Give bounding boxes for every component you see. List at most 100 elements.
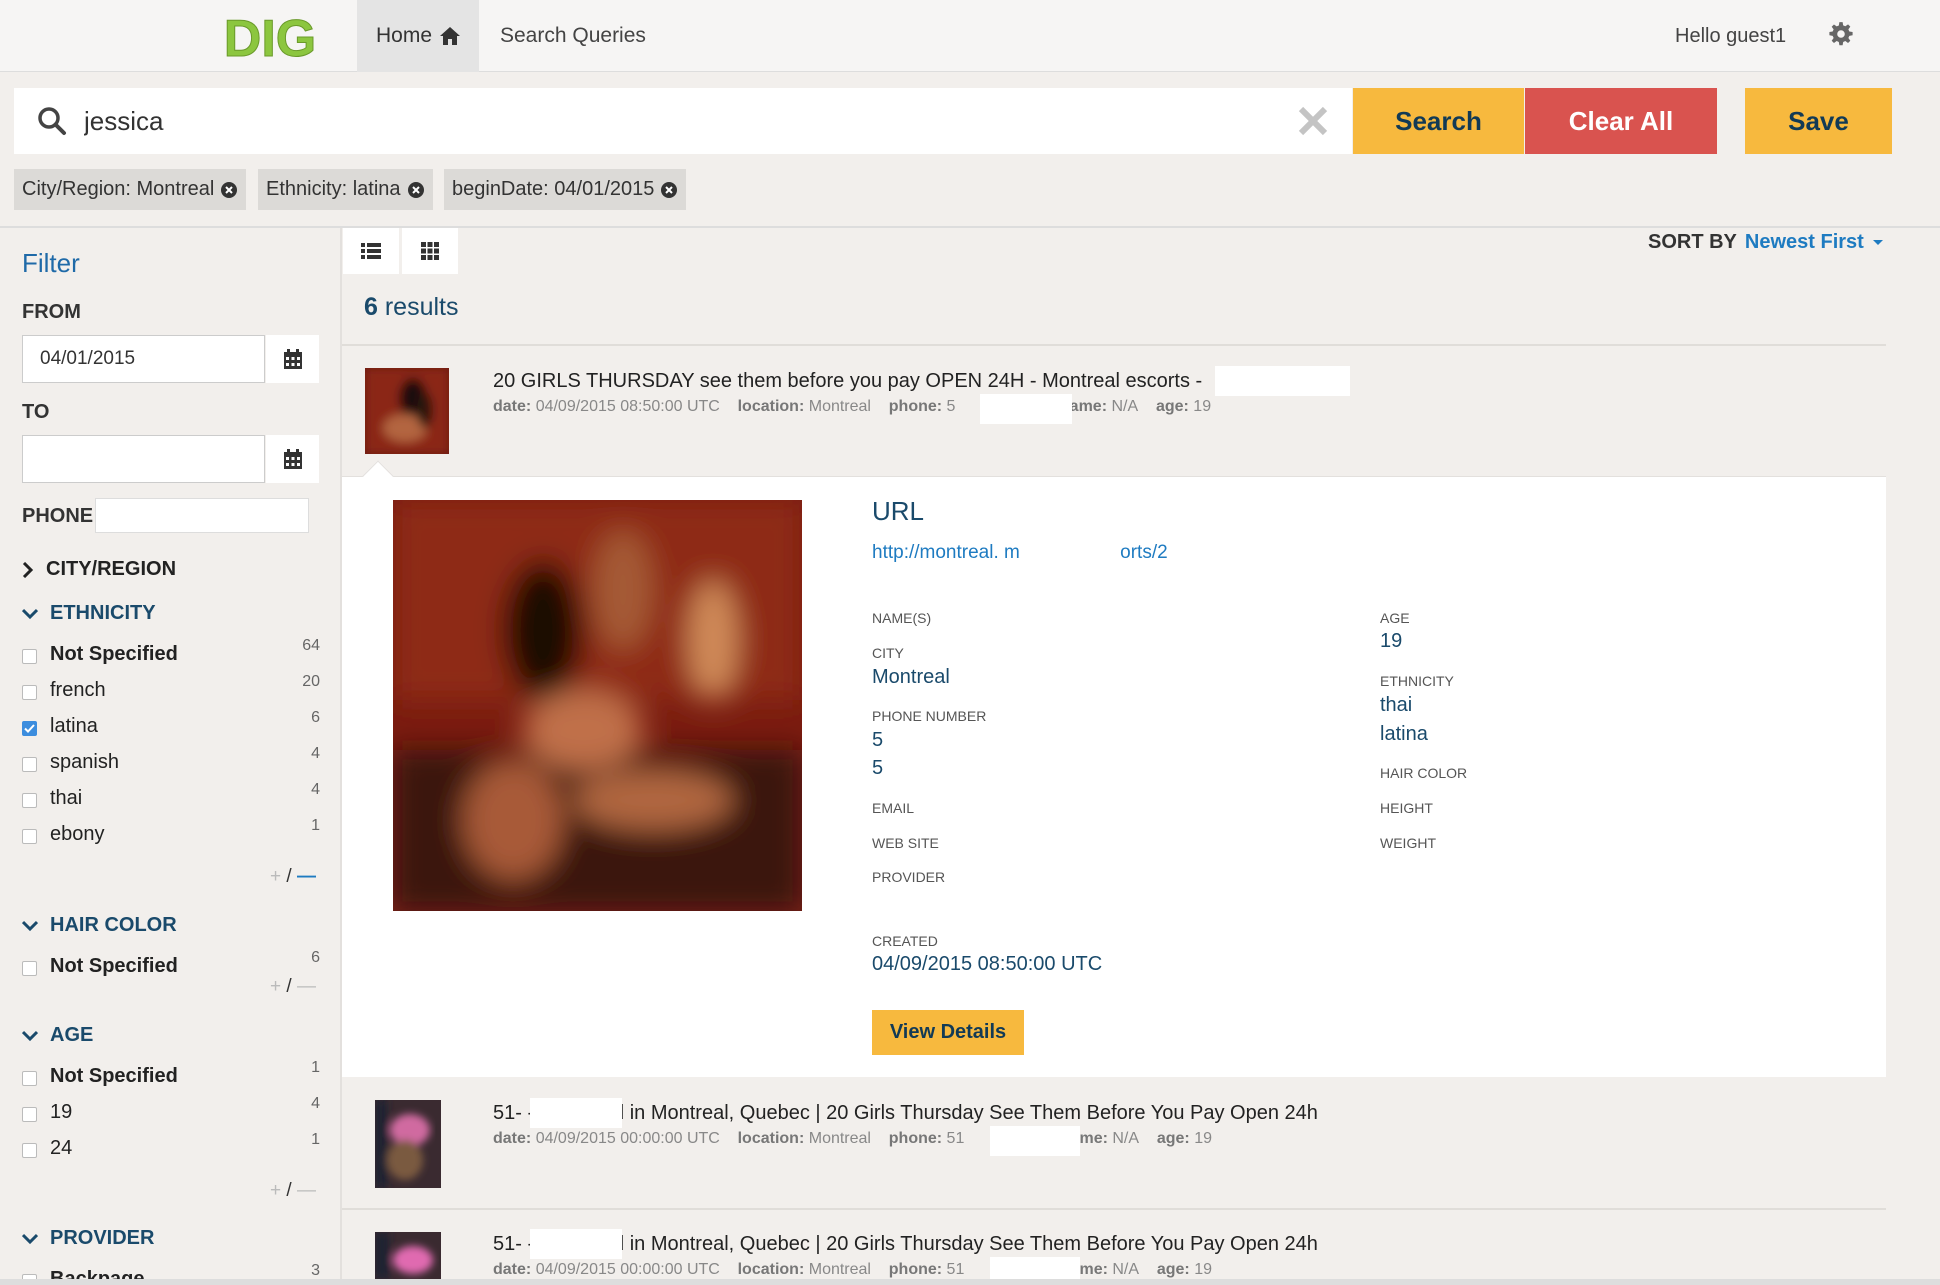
expand-collapse-toggle[interactable]: + / — xyxy=(270,866,316,888)
facet-item[interactable]: latina 6 xyxy=(22,709,322,743)
phone-number-1[interactable]: 5 xyxy=(872,729,883,752)
filter-chip-ethnicity[interactable]: Ethnicity: latina xyxy=(258,169,433,210)
age-value: 19 xyxy=(1380,630,1403,652)
facet-ethnicity-header[interactable]: ETHNICITY xyxy=(22,602,156,625)
checkbox[interactable] xyxy=(22,1071,37,1086)
facet-item-count: 20 xyxy=(302,673,320,690)
to-calendar-button[interactable] xyxy=(266,435,319,483)
checkbox[interactable] xyxy=(22,1107,37,1122)
chip-label: City/Region: Montreal xyxy=(22,178,215,200)
remove-chip-icon[interactable] xyxy=(407,181,425,199)
facet-item[interactable]: french 20 xyxy=(22,673,322,707)
phone-label: PHONE xyxy=(22,505,94,527)
filter-chip-begindate[interactable]: beginDate: 04/01/2015 xyxy=(444,169,687,210)
facet-item-label: french xyxy=(50,679,106,701)
filter-title: Filter xyxy=(22,248,80,278)
view-details-button[interactable]: View Details xyxy=(872,1010,1024,1055)
weight-label: WEIGHT xyxy=(1380,835,1436,851)
plus-icon[interactable]: + xyxy=(270,866,281,887)
results-count: 6 results xyxy=(364,293,459,322)
result-title[interactable]: 20 GIRLS THURSDAY see them before you pa… xyxy=(493,370,1202,393)
facet-age-header[interactable]: AGE xyxy=(22,1024,93,1047)
facet-item-label: 19 xyxy=(50,1101,73,1123)
facet-item[interactable]: 24 1 xyxy=(22,1131,322,1165)
dig-logo[interactable]: DIG xyxy=(205,10,335,64)
plus-icon[interactable]: + xyxy=(270,976,281,997)
redaction xyxy=(990,1257,1080,1279)
chevron-down-icon xyxy=(22,1030,38,1041)
checkbox[interactable] xyxy=(22,649,37,664)
facet-provider-header[interactable]: PROVIDER xyxy=(22,1227,154,1250)
top-nav: DIG Home Search Queries Hello guest1 xyxy=(0,0,1940,72)
facet-item-label: ebony xyxy=(50,823,105,845)
remove-chip-icon[interactable] xyxy=(220,181,238,199)
panel-pointer xyxy=(362,460,394,492)
result-thumbnail[interactable] xyxy=(375,1100,441,1188)
grid-view-button[interactable] xyxy=(402,228,458,274)
chevron-right-icon xyxy=(22,561,34,578)
facet-hair-label: HAIR COLOR xyxy=(50,914,177,936)
home-icon xyxy=(440,27,461,45)
facet-item-count: 6 xyxy=(311,949,320,966)
checkbox-checked[interactable] xyxy=(22,721,37,736)
redaction xyxy=(990,1126,1080,1156)
facet-hair-header[interactable]: HAIR COLOR xyxy=(22,914,177,937)
redaction xyxy=(530,1229,622,1259)
facet-item[interactable]: thai 4 xyxy=(22,781,322,815)
thumbnail-image xyxy=(375,1232,441,1279)
sort-value[interactable]: Newest First xyxy=(1745,231,1864,254)
city-label: CITY xyxy=(872,645,904,661)
facet-item[interactable]: spanish 4 xyxy=(22,745,322,779)
remove-chip-icon[interactable] xyxy=(660,181,678,199)
ethnicity-value-2: latina xyxy=(1380,723,1428,745)
search-button[interactable]: Search xyxy=(1353,88,1524,154)
redaction xyxy=(530,1098,622,1128)
phone-number-2[interactable]: 5 xyxy=(872,757,883,780)
to-date-input[interactable] xyxy=(22,435,265,483)
facet-item[interactable]: 19 4 xyxy=(22,1095,322,1129)
save-button[interactable]: Save xyxy=(1745,88,1892,154)
nav-home[interactable]: Home xyxy=(357,0,479,72)
filter-chip-city[interactable]: City/Region: Montreal xyxy=(14,169,247,210)
plus-icon[interactable]: + xyxy=(270,1180,281,1201)
gear-icon[interactable] xyxy=(1828,21,1854,47)
checkbox[interactable] xyxy=(22,757,37,772)
facet-item-count: 4 xyxy=(311,781,320,798)
list-view-button[interactable] xyxy=(343,228,399,274)
from-date-input[interactable]: 04/01/2015 xyxy=(22,335,265,383)
checkbox[interactable] xyxy=(22,685,37,700)
minus-icon[interactable]: — xyxy=(297,866,316,887)
svg-text:DIG: DIG xyxy=(224,10,316,64)
result-thumbnail[interactable] xyxy=(365,368,449,454)
checkbox[interactable] xyxy=(22,1143,37,1158)
checkbox[interactable] xyxy=(22,961,37,976)
search-input[interactable] xyxy=(84,100,1284,142)
checkbox[interactable] xyxy=(22,793,37,808)
minus-icon[interactable]: — xyxy=(297,1180,316,1201)
from-label: FROM xyxy=(22,301,81,323)
from-calendar-button[interactable] xyxy=(266,335,319,383)
facet-item[interactable]: ebony 1 xyxy=(22,817,322,851)
phone-input[interactable] xyxy=(95,498,309,533)
url-heading: URL xyxy=(872,496,925,526)
sort-control[interactable]: SORT BY Newest First xyxy=(1648,231,1884,254)
facet-city-header[interactable]: CITY/REGION xyxy=(22,558,176,581)
result-image[interactable] xyxy=(393,500,802,911)
expand-collapse-toggle[interactable]: + / — xyxy=(270,1180,316,1202)
result-thumbnail[interactable] xyxy=(375,1232,441,1279)
expand-collapse-toggle[interactable]: + / — xyxy=(270,976,316,998)
facet-item-count: 1 xyxy=(311,1059,320,1076)
checkbox[interactable] xyxy=(22,829,37,844)
filter-sidebar: Filter FROM 04/01/2015 TO PHONE CITY/REG… xyxy=(0,228,342,1285)
user-greeting[interactable]: Hello guest1 xyxy=(1675,0,1786,72)
facet-item[interactable]: Not Specified 1 xyxy=(22,1059,322,1093)
clear-all-button[interactable]: Clear All xyxy=(1525,88,1717,154)
facet-item[interactable]: Not Specified 64 xyxy=(22,637,322,671)
facet-item-count: 1 xyxy=(311,817,320,834)
nav-search-queries[interactable]: Search Queries xyxy=(500,0,646,72)
chevron-down-icon xyxy=(22,920,38,931)
age-label: AGE xyxy=(1380,610,1410,626)
names-label: NAME(S) xyxy=(872,610,932,626)
clear-search-icon[interactable] xyxy=(1296,104,1330,138)
minus-icon[interactable]: — xyxy=(297,976,316,997)
